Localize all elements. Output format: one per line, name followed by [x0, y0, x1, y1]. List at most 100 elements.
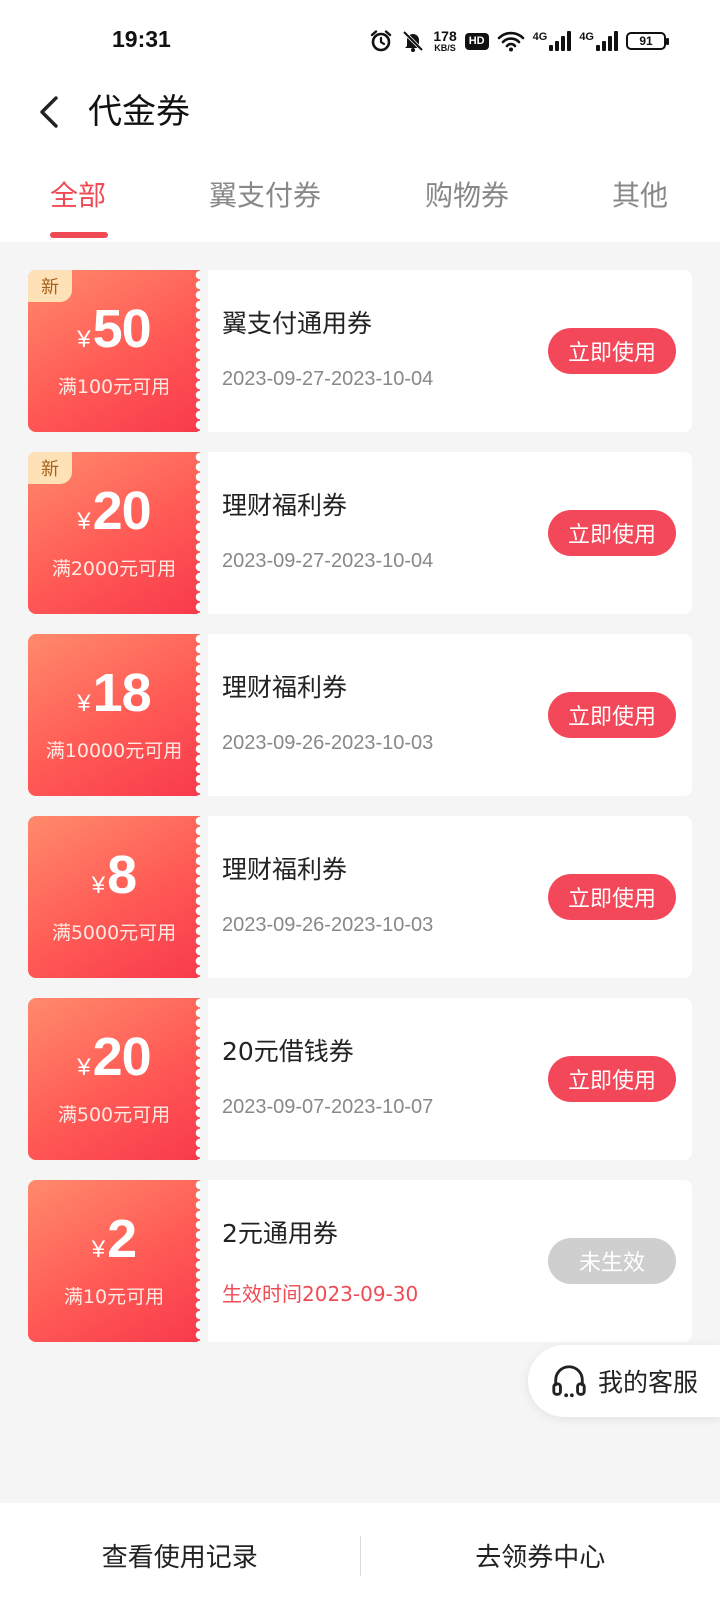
coupon-effective-time: 生效时间2023-09-30 [222, 1282, 419, 1306]
coupon-condition: 满500元可用 [57, 1104, 171, 1126]
coupon-validity: 2023-09-07-2023-10-07 [222, 1096, 434, 1118]
use-now-button[interactable]: 立即使用 [548, 692, 676, 738]
coupon-amount: ¥20 [28, 484, 200, 538]
coupon-name: 20元借钱券 [222, 1037, 354, 1066]
perforated-edge [194, 1180, 200, 1342]
back-button[interactable] [28, 90, 72, 134]
coupon-name: 理财福利券 [222, 673, 348, 702]
coupon-amount: ¥8 [28, 848, 200, 902]
tab-yizhifu[interactable]: 翼支付券 [209, 178, 321, 214]
chevron-left-icon [40, 96, 58, 128]
wifi-icon [497, 31, 524, 52]
coupon-amount: ¥2 [28, 1212, 200, 1266]
coupon-value-panel: ¥20 满500元可用 [28, 998, 200, 1160]
coupon-card: ¥8 满5000元可用 理财福利券 2023-09-26-2023-10-03 … [28, 816, 692, 978]
coupon-list: 新 ¥50 满100元可用 翼支付通用券 2023-09-27-2023-10-… [28, 270, 692, 1362]
signal-bars-icon [549, 31, 572, 51]
coupon-name: 2元通用券 [222, 1219, 338, 1248]
net-speed-unit: KB/S [434, 43, 456, 53]
coupon-amount-value: 50 [92, 299, 152, 359]
coupon-value-panel: 新 ¥50 满100元可用 [28, 270, 200, 432]
page-title: 代金券 [88, 92, 190, 132]
coupon-info-panel: 理财福利券 2023-09-27-2023-10-04 立即使用 [208, 452, 692, 614]
not-effective-button[interactable]: 未生效 [548, 1238, 676, 1284]
perforated-edge [194, 452, 200, 614]
coupon-name: 理财福利券 [222, 491, 348, 520]
coupon-amount-value: 2 [107, 1209, 137, 1269]
coupon-amount-value: 8 [107, 845, 137, 905]
perforated-edge [194, 634, 200, 796]
currency-symbol: ¥ [91, 872, 106, 899]
status-bar: 19:31 178 KB/S HD 4G 4G 91 [0, 0, 720, 84]
bottom-bar: 查看使用记录 去领券中心 [0, 1503, 720, 1608]
coupon-card: ¥18 满10000元可用 理财福利券 2023-09-26-2023-10-0… [28, 634, 692, 796]
coupon-validity: 2023-09-26-2023-10-03 [222, 732, 434, 754]
coupon-validity: 2023-09-26-2023-10-03 [222, 914, 434, 936]
coupon-condition: 满10000元可用 [45, 740, 183, 762]
coupon-condition: 满5000元可用 [51, 922, 177, 944]
mute-bell-icon [403, 30, 424, 52]
coupon-center-button[interactable]: 去领券中心 [361, 1503, 720, 1608]
coupon-validity: 2023-09-27-2023-10-04 [222, 550, 434, 572]
currency-symbol: ¥ [91, 1236, 106, 1263]
coupon-info-panel: 理财福利券 2023-09-26-2023-10-03 立即使用 [208, 816, 692, 978]
coupon-value-panel: ¥2 满10元可用 [28, 1180, 200, 1342]
perforated-edge [194, 998, 200, 1160]
use-now-button[interactable]: 立即使用 [548, 328, 676, 374]
coupon-card: 新 ¥50 满100元可用 翼支付通用券 2023-09-27-2023-10-… [28, 270, 692, 432]
use-now-button[interactable]: 立即使用 [548, 1056, 676, 1102]
coupon-card: ¥2 满10元可用 2元通用券 生效时间2023-09-30 未生效 [28, 1180, 692, 1342]
nav-bar: 代金券 [0, 84, 720, 140]
perforated-edge [194, 270, 200, 432]
active-tab-indicator [50, 232, 108, 238]
currency-symbol: ¥ [77, 690, 91, 717]
coupon-info-panel: 2元通用券 生效时间2023-09-30 未生效 [208, 1180, 692, 1342]
coupon-amount-value: 20 [92, 1027, 152, 1087]
coupon-value-panel: ¥18 满10000元可用 [28, 634, 200, 796]
currency-symbol: ¥ [77, 326, 91, 353]
coupon-condition: 满100元可用 [57, 376, 171, 398]
customer-service-label: 我的客服 [598, 1368, 699, 1397]
coupon-amount: ¥20 [28, 1030, 200, 1084]
view-usage-history-button[interactable]: 查看使用记录 [0, 1503, 360, 1608]
hd-voice-badge: HD [464, 32, 489, 50]
status-time: 19:31 [112, 26, 171, 52]
signal-4g-1-label: 4G [532, 31, 548, 43]
coupon-amount: ¥50 [28, 302, 200, 356]
top-area: 19:31 178 KB/S HD 4G 4G 91 代金券 全部 翼支付券 购… [0, 0, 720, 242]
coupon-condition: 满10元可用 [63, 1286, 165, 1308]
headset-icon [552, 1365, 586, 1398]
tab-other[interactable]: 其他 [612, 178, 668, 214]
coupon-condition: 满2000元可用 [51, 558, 177, 580]
perforated-edge [194, 816, 200, 978]
net-speed: 178 KB/S [433, 29, 456, 53]
net-speed-value: 178 [433, 28, 457, 44]
tab-bar: 全部 翼支付券 购物券 其他 [0, 160, 720, 242]
use-now-button[interactable]: 立即使用 [548, 510, 676, 556]
signal-4g-2: 4G [579, 31, 618, 51]
use-now-button[interactable]: 立即使用 [548, 874, 676, 920]
coupon-info-panel: 理财福利券 2023-09-26-2023-10-03 立即使用 [208, 634, 692, 796]
coupon-amount-value: 20 [92, 481, 152, 541]
coupon-name: 理财福利券 [222, 855, 348, 884]
battery-icon: 91 [626, 32, 669, 50]
tab-shopping[interactable]: 购物券 [425, 178, 509, 214]
tab-all[interactable]: 全部 [50, 178, 106, 214]
coupon-amount-value: 18 [92, 663, 152, 723]
battery-level: 91 [639, 34, 653, 48]
new-badge: 新 [28, 270, 72, 302]
coupon-validity: 2023-09-27-2023-10-04 [222, 368, 434, 390]
signal-4g-2-label: 4G [579, 31, 594, 43]
customer-service-button[interactable]: 我的客服 [528, 1345, 720, 1417]
coupon-card: ¥20 满500元可用 20元借钱券 2023-09-07-2023-10-07… [28, 998, 692, 1160]
coupon-info-panel: 20元借钱券 2023-09-07-2023-10-07 立即使用 [208, 998, 692, 1160]
coupon-value-panel: 新 ¥20 满2000元可用 [28, 452, 200, 614]
coupon-info-panel: 翼支付通用券 2023-09-27-2023-10-04 立即使用 [208, 270, 692, 432]
new-badge: 新 [28, 452, 72, 484]
alarm-icon [371, 30, 392, 52]
coupon-amount: ¥18 [28, 666, 200, 720]
status-icons: 178 KB/S HD 4G 4G 91 [369, 26, 669, 56]
currency-symbol: ¥ [77, 1054, 91, 1081]
coupon-value-panel: ¥8 满5000元可用 [28, 816, 200, 978]
signal-bars-icon [596, 31, 618, 51]
